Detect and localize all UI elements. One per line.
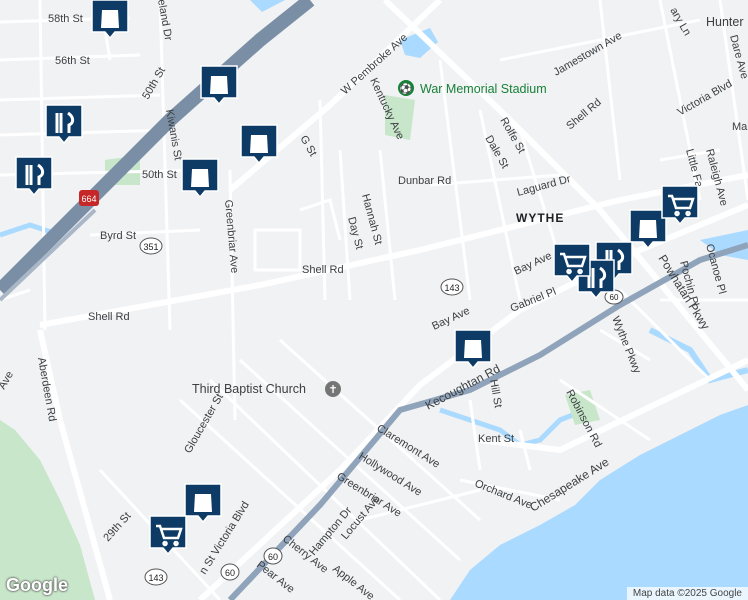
church-label: Third Baptist Church [192, 382, 306, 396]
label-dale-st: Dale St [482, 134, 510, 171]
label-greenbriar-ave: Greenbriar Ave [222, 199, 240, 274]
shopping-bag-icon [639, 220, 657, 238]
marker-restaurant-2[interactable] [15, 156, 53, 197]
label-pear-ave: Pear Ave [254, 559, 296, 596]
marker-grocery-2[interactable] [553, 243, 591, 284]
marker-shopping-1[interactable] [91, 0, 129, 40]
shield-60-label: 60 [268, 552, 278, 562]
label-victoria-blvd: Victoria Blvd [676, 78, 735, 119]
shield-664-label: 664 [81, 194, 96, 204]
marker-shopping-5[interactable] [629, 209, 667, 250]
marker-shopping-3[interactable] [240, 124, 278, 165]
label-58th-st: 58th St [48, 13, 83, 25]
label-byrd-st: Byrd St [100, 230, 136, 242]
stadium-label: War Memorial Stadium [420, 82, 547, 96]
label-g-st: G St [297, 134, 318, 159]
shield-351-label: 351 [143, 242, 158, 252]
label-ma: Ma [732, 121, 748, 133]
label-wythe-pkwy: Wythe Pkwy [609, 315, 643, 376]
label-shell-rd: Shell Rd [302, 264, 344, 276]
label-hill-st: Hill St [487, 378, 504, 408]
label-50th-st-b: 50th St [142, 169, 177, 181]
google-logo: Google [6, 575, 68, 595]
shopping-bag-icon [250, 135, 268, 153]
label-29th-st: 29th St [101, 510, 133, 544]
label-56th-st: 56th St [55, 55, 90, 67]
label-orchard-ave: Orchard Ave [473, 478, 534, 512]
park-west [0, 420, 95, 600]
label-jamestown-ave: Jamestown Ave [552, 30, 625, 79]
poi-stadium[interactable]: ⚽ War Memorial Stadium [398, 80, 547, 96]
poi-hunter-label: Hunter B. [706, 15, 748, 29]
water-north [250, 0, 285, 12]
label-dunbar-rd: Dunbar Rd [398, 175, 451, 187]
label-ave-edge: Ave [0, 369, 16, 391]
label-kent-st: Kent St [478, 433, 514, 445]
church-icon: ✝ [328, 383, 337, 396]
label-bay-ave: Bay Ave [512, 250, 553, 278]
label-gabriel-pl: Gabriel Pl [509, 286, 558, 315]
marker-shopping-7[interactable] [184, 483, 222, 524]
marker-shopping-4[interactable] [181, 158, 219, 199]
shopping-bag-icon [194, 494, 212, 512]
label-apple-ave: Apple Ave [330, 563, 376, 600]
label-shell-rd-2: Shell Rd [88, 311, 130, 323]
shield-143b-label: 143 [148, 573, 163, 583]
marker-restaurant-1[interactable] [45, 104, 83, 145]
map-canvas[interactable]: 664 351 143 143 60 60 60 58th St 56th St… [0, 0, 748, 600]
shopping-bag-icon [191, 169, 209, 187]
label-day-st: Day St [345, 216, 365, 251]
label-neighborhood-wythe: WYTHE [516, 211, 564, 225]
map-svg: 664 351 143 143 60 60 60 58th St 56th St… [0, 0, 748, 600]
label-eland-dr: eland Dr [155, 0, 174, 42]
shield-143-label: 143 [444, 283, 459, 293]
map-copyright[interactable]: Map data ©2025 Google [626, 587, 748, 600]
shopping-bag-icon [210, 76, 228, 94]
marker-shopping-6[interactable] [454, 329, 492, 370]
poi-church[interactable]: ✝ Third Baptist Church [192, 381, 341, 397]
shield-60c-label: 60 [610, 293, 619, 302]
shopping-bag-icon [464, 340, 482, 358]
stadium-icon: ⚽ [399, 82, 412, 95]
label-shell-rd-3: Shell Rd [564, 96, 604, 132]
label-gloucester-st: Gloucester St [182, 392, 226, 456]
marker-shopping-2[interactable] [200, 65, 238, 106]
shield-60b-label: 60 [225, 568, 235, 578]
marker-grocery-3[interactable] [149, 515, 187, 556]
marker-grocery-1[interactable] [661, 185, 699, 226]
shopping-bag-icon [101, 10, 119, 28]
label-bay-ave-2: Bay Ave [430, 305, 471, 333]
